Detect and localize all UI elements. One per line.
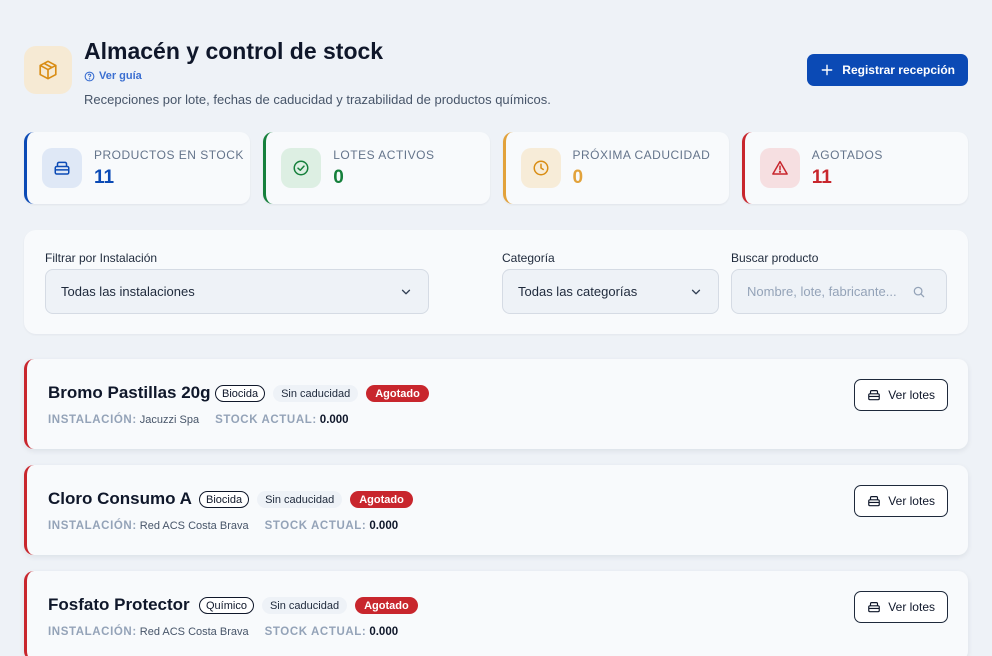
stat-card-products: PRODUCTOS EN STOCK 11 (24, 132, 251, 204)
search-input[interactable] (747, 284, 912, 299)
stat-card-next-expiry: PRÓXIMA CADUCIDAD 0 (502, 132, 729, 204)
type-badge: Biocida (199, 491, 250, 508)
product-meta: INSTALACIÓN: Jacuzzi Spa STOCK ACTUAL: 0.0… (48, 414, 349, 426)
product-badges: Químico Sin caducidad Agotado (199, 597, 418, 614)
facility-key: INSTALACIÓN: (48, 520, 137, 532)
stat-label: AGOTADOS (811, 148, 883, 162)
stock-key: STOCK ACTUAL: (264, 520, 367, 532)
chevron-down-icon (691, 289, 701, 294)
expiry-badge: Sin caducidad (257, 491, 343, 508)
facility-select[interactable]: Todas las instalaciones (45, 269, 429, 314)
facility-value: Red ACS Costa Brava (139, 626, 249, 638)
product-meta: INSTALACIÓN: Red ACS Costa Brava STOCK AC… (48, 626, 398, 638)
warning-icon (759, 148, 800, 188)
view-lots-button[interactable]: Ver lotes (854, 591, 948, 623)
filters-panel: Filtrar por Instalación Todas las instal… (24, 230, 968, 334)
stat-value: 11 (811, 167, 832, 188)
facility-key: INSTALACIÓN: (48, 414, 137, 426)
stock-key: STOCK ACTUAL: (215, 414, 317, 426)
page-title: Almacén y control de stock (84, 38, 384, 64)
product-meta: INSTALACIÓN: Red ACS Costa Brava STOCK AC… (48, 520, 398, 532)
product-badges: Biocida Sin caducidad Agotado (215, 385, 429, 402)
stat-value: 0 (333, 167, 344, 188)
stat-card-out-of-stock: AGOTADOS 11 (741, 132, 968, 204)
stock-value: 0.000 (369, 520, 399, 532)
guide-link[interactable]: Ver guía (84, 70, 142, 82)
search-filter-label: Buscar producto (731, 251, 819, 265)
product-card: Cloro Consumo A Biocida Sin caducidad Ag… (24, 465, 968, 555)
category-select[interactable]: Todas las categorías (502, 269, 719, 314)
help-circle-icon (84, 71, 95, 81)
page-subtitle: Recepciones por lote, fechas de caducida… (84, 92, 551, 107)
product-card: Fosfato Protector Químico Sin caducidad … (24, 571, 968, 656)
stack-icon (868, 390, 881, 401)
view-lots-button[interactable]: Ver lotes (854, 485, 948, 517)
stock-value: 0.000 (319, 414, 349, 426)
product-badges: Biocida Sin caducidad Agotado (199, 491, 413, 508)
stock-meta: STOCK ACTUAL: 0.000 (265, 626, 399, 638)
type-badge: Biocida (215, 385, 266, 402)
stock-meta: STOCK ACTUAL: 0.000 (265, 520, 399, 532)
stat-value: 11 (94, 167, 115, 188)
register-reception-label: Registrar recepción (842, 63, 955, 77)
stock-key: STOCK ACTUAL: (264, 626, 367, 638)
stack-icon (868, 602, 881, 613)
stock-meta: STOCK ACTUAL: 0.000 (215, 414, 349, 426)
facility-meta: INSTALACIÓN: Jacuzzi Spa (48, 414, 199, 426)
product-name: Fosfato Protector (48, 595, 190, 614)
stat-label: LOTES ACTIVOS (333, 148, 435, 162)
box-icon (24, 46, 72, 94)
expiry-badge: Sin caducidad (273, 385, 359, 402)
stat-label: PRODUCTOS EN STOCK (94, 148, 244, 162)
product-name: Cloro Consumo A (48, 489, 192, 508)
page-header: Almacén y control de stock Ver guía Rece… (24, 36, 968, 116)
view-lots-label: Ver lotes (888, 600, 935, 614)
status-badge: Agotado (355, 597, 418, 614)
stack-icon (42, 148, 82, 188)
product-card: Bromo Pastillas 20g Biocida Sin caducida… (24, 359, 968, 449)
facility-key: INSTALACIÓN: (48, 626, 137, 638)
category-select-value: Todas las categorías (518, 284, 638, 299)
facility-filter-label: Filtrar por Instalación (45, 251, 158, 265)
category-filter-label: Categoría (502, 251, 555, 265)
facility-value: Red ACS Costa Brava (139, 520, 249, 532)
stock-value: 0.000 (369, 626, 399, 638)
facility-select-value: Todas las instalaciones (61, 284, 195, 299)
status-badge: Agotado (366, 385, 429, 402)
product-name: Bromo Pastillas 20g (48, 383, 211, 402)
view-lots-label: Ver lotes (888, 494, 935, 508)
plus-icon (821, 64, 833, 76)
view-lots-button[interactable]: Ver lotes (854, 379, 948, 411)
stack-icon (868, 496, 881, 507)
stat-card-active-lots: LOTES ACTIVOS 0 (263, 132, 490, 204)
chevron-down-icon (401, 289, 411, 294)
stat-value: 0 (572, 167, 584, 188)
check-circle-icon (281, 148, 322, 188)
expiry-badge: Sin caducidad (261, 597, 348, 614)
register-reception-button[interactable]: Registrar recepción (807, 54, 968, 86)
view-lots-label: Ver lotes (888, 388, 935, 402)
facility-meta: INSTALACIÓN: Red ACS Costa Brava (48, 626, 249, 638)
guide-link-label: Ver guía (99, 70, 142, 82)
search-icon (913, 286, 925, 297)
stats-row: PRODUCTOS EN STOCK 11 LOTES ACTIVOS 0 PR… (24, 132, 968, 204)
stat-label: PRÓXIMA CADUCIDAD (572, 148, 711, 162)
type-badge: Químico (199, 597, 254, 614)
clock-icon (520, 148, 561, 188)
facility-meta: INSTALACIÓN: Red ACS Costa Brava (48, 520, 249, 532)
status-badge: Agotado (350, 491, 413, 508)
search-field[interactable] (731, 269, 947, 314)
facility-value: Jacuzzi Spa (139, 414, 200, 426)
